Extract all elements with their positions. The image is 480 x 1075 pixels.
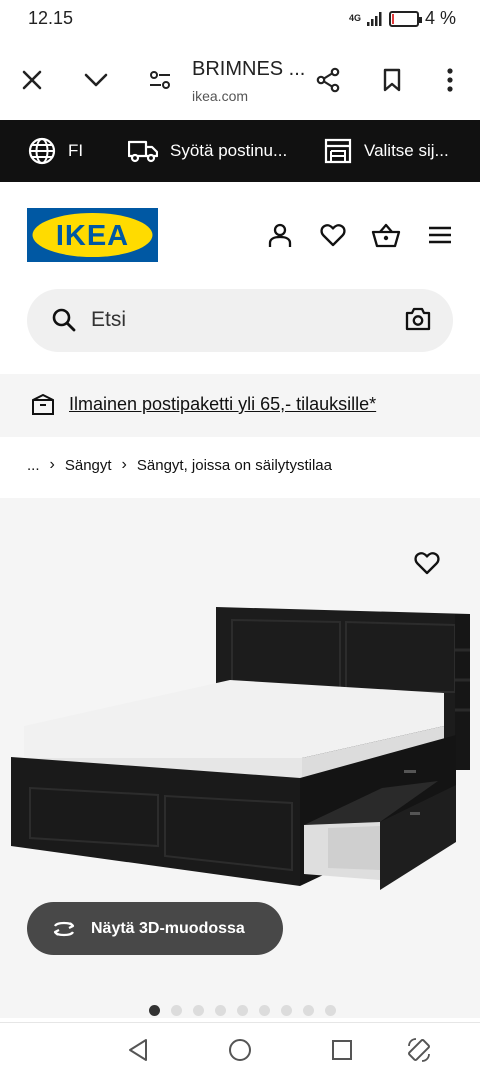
page-url: ikea.com (192, 88, 249, 104)
more-options-icon[interactable] (430, 60, 470, 100)
page-title: BRIMNES ... (192, 58, 306, 80)
chevron-down-icon[interactable] (76, 60, 116, 100)
battery-icon (388, 10, 422, 27)
close-icon[interactable] (12, 60, 52, 100)
search-placeholder: Etsi (91, 308, 127, 331)
utility-bar: FI Syötä postinu... Valitse sij... (0, 120, 480, 182)
parcel-icon (31, 393, 55, 421)
pagination-dot[interactable] (193, 1005, 204, 1016)
recents-icon[interactable] (328, 1036, 356, 1064)
language-selector[interactable]: FI (28, 120, 83, 182)
network-indicator: 4G (348, 13, 361, 23)
search-icon (51, 307, 77, 338)
site-settings-icon[interactable] (140, 60, 180, 100)
chevron-right-icon: › (49, 456, 55, 473)
view-3d-label: Näytä 3D-muodossa (91, 919, 245, 937)
status-bar: 12.15 4G 4 % (0, 0, 480, 38)
delivery-truck-icon (128, 140, 158, 163)
rotate-3d-icon (53, 921, 75, 936)
bed-product-image (11, 607, 470, 890)
view-3d-button[interactable]: Näytä 3D-muodossa (27, 902, 283, 955)
pagination-dot[interactable] (259, 1005, 270, 1016)
ikea-logo[interactable]: IKEA (27, 208, 158, 262)
breadcrumb-item[interactable]: Sängyt (65, 457, 112, 474)
camera-icon[interactable] (405, 306, 431, 337)
breadcrumb-item-current[interactable]: Sängyt, joissa on säilytystilaa (137, 457, 332, 474)
menu-icon[interactable] (424, 219, 456, 251)
logo-text: IKEA (56, 220, 129, 252)
globe-icon (28, 137, 56, 165)
breadcrumb: ... › Sängyt › Sängyt, joissa on säilyty… (27, 456, 332, 474)
store-selector[interactable]: Valitse sij... (324, 120, 449, 182)
store-label: Valitse sij... (364, 141, 449, 160)
share-icon[interactable] (308, 60, 348, 100)
account-icon[interactable] (264, 219, 296, 251)
home-icon[interactable] (226, 1036, 254, 1064)
postcode-selector[interactable]: Syötä postinu... (128, 120, 287, 182)
pagination-dot[interactable] (303, 1005, 314, 1016)
bookmark-icon[interactable] (372, 60, 412, 100)
shopping-basket-icon[interactable] (370, 219, 402, 251)
status-indicators: 4G 4 % (349, 8, 456, 29)
rotate-screen-icon[interactable] (405, 1036, 433, 1064)
pagination-dot[interactable] (325, 1005, 336, 1016)
pagination-dot[interactable] (215, 1005, 226, 1016)
status-time: 12.15 (28, 8, 74, 28)
signal-icon (366, 11, 382, 26)
postcode-label: Syötä postinu... (170, 141, 288, 160)
store-icon (324, 138, 352, 164)
search-input[interactable]: Etsi (27, 289, 453, 352)
promo-link[interactable]: Ilmainen postipaketti yli 65,- tilauksil… (69, 394, 376, 415)
language-label: FI (68, 141, 84, 160)
battery-level (391, 13, 394, 24)
image-pagination[interactable] (149, 1005, 336, 1016)
system-navigation-bar (0, 1022, 480, 1075)
pagination-dot[interactable] (281, 1005, 292, 1016)
chevron-right-icon: › (121, 456, 127, 473)
breadcrumb-ellipsis[interactable]: ... (27, 457, 40, 474)
favourite-heart-icon[interactable] (410, 547, 444, 579)
wishlist-heart-icon[interactable] (317, 219, 349, 251)
back-icon[interactable] (124, 1036, 152, 1064)
pagination-dot[interactable] (149, 1005, 160, 1016)
promo-banner: Ilmainen postipaketti yli 65,- tilauksil… (0, 374, 480, 437)
battery-percent: 4 % (424, 8, 456, 28)
pagination-dot[interactable] (237, 1005, 248, 1016)
pagination-dot[interactable] (171, 1005, 182, 1016)
browser-toolbar: BRIMNES ... ikea.com (0, 38, 480, 120)
